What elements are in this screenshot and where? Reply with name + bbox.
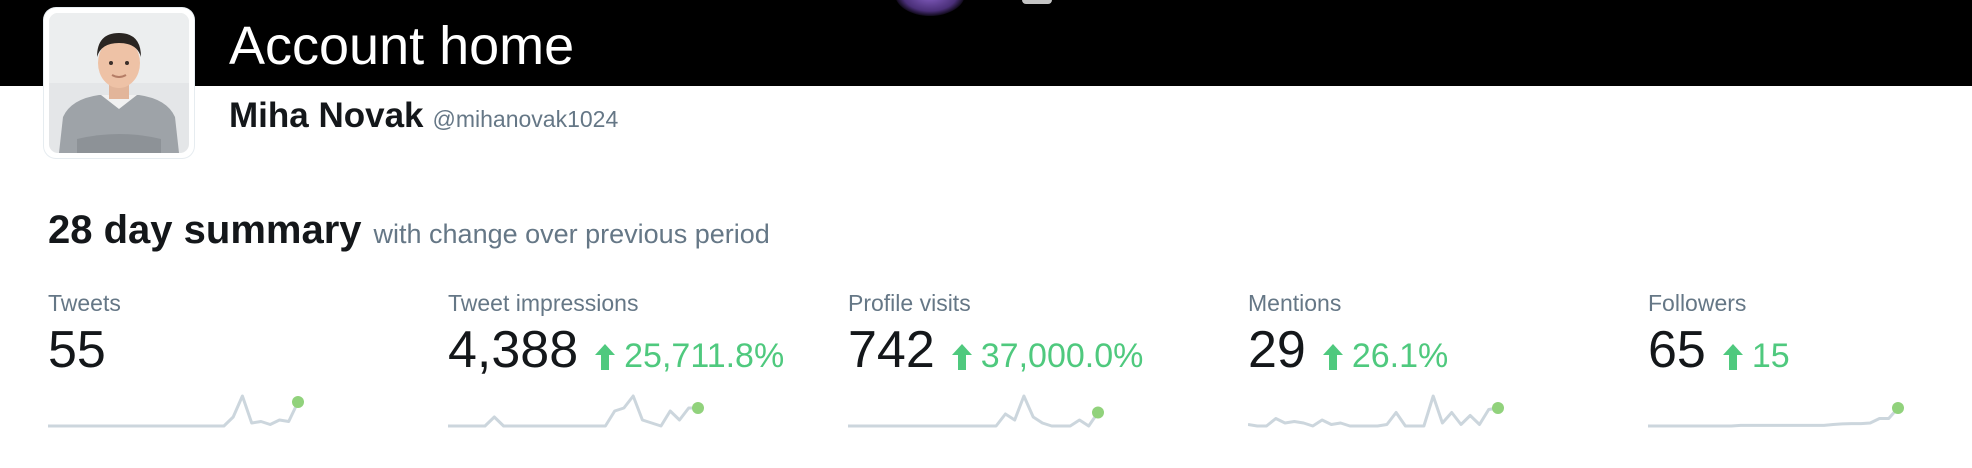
summary-header: 28 day summary with change over previous… [48, 208, 770, 253]
profile-handle[interactable]: @mihanovak1024 [433, 106, 619, 133]
sparkline-end-dot [692, 402, 704, 414]
sparkline-end-dot [1492, 402, 1504, 414]
sparkline-end-dot [1092, 406, 1104, 419]
metric-label: Mentions [1248, 290, 1342, 316]
metric-change-value: 26.1% [1351, 337, 1449, 375]
profile-name-block: Miha Novak @mihanovak1024 [229, 96, 618, 136]
sparkline-end-dot [1892, 402, 1904, 414]
arrow-up-icon [1722, 343, 1743, 370]
metric-value: 55 [48, 321, 106, 379]
metric-label: Tweet impressions [448, 290, 639, 316]
metric-change-value: 37,000.0% [980, 337, 1144, 375]
metric-change-value: 25,711.8% [624, 337, 785, 375]
metric-label: Tweets [48, 290, 121, 316]
sparkline-tweets [48, 394, 304, 428]
sparkline-followers [1648, 402, 1904, 428]
header-banner: Account home [0, 0, 1972, 86]
avatar-photo [49, 13, 189, 153]
sparkline-end-dot [292, 396, 304, 408]
avatar[interactable] [44, 8, 194, 158]
banner-decoration-light [1022, 0, 1052, 4]
sparkline-mentions [1248, 394, 1504, 428]
sparkline-line [448, 394, 698, 428]
metric-change: 15 [1720, 337, 1790, 376]
arrow-up-icon [595, 343, 616, 370]
metric-label: Profile visits [848, 290, 971, 316]
sparkline-line [1648, 407, 1900, 428]
sparkline-line [848, 394, 1100, 428]
sparkline-line [1248, 394, 1499, 428]
banner-decoration [895, 0, 965, 16]
metric-value: 29 [1248, 321, 1306, 379]
metric-followers[interactable]: Followers 65 15 [1648, 288, 1972, 430]
sparkline-line [48, 394, 300, 428]
metric-tweets[interactable]: Tweets 55 [48, 288, 408, 430]
sparkline-profile-visits [848, 394, 1104, 428]
metric-change: 25,711.8% [592, 337, 784, 376]
metric-value: 65 [1648, 321, 1706, 379]
metric-tweet-impressions[interactable]: Tweet impressions 4,388 25,711.8% [448, 288, 808, 430]
sparkline-tweet-impressions [448, 394, 704, 428]
arrow-up-icon [1322, 343, 1343, 370]
metric-change: 37,000.0% [949, 337, 1144, 376]
arrow-up-icon [951, 343, 972, 370]
metric-value: 742 [848, 321, 935, 379]
summary-subheading: with change over previous period [373, 219, 770, 249]
profile-name: Miha Novak [229, 96, 424, 135]
summary-heading: 28 day summary [48, 208, 362, 252]
metric-change: 26.1% [1320, 337, 1448, 376]
metric-label: Followers [1648, 290, 1747, 316]
metric-change-value: 15 [1751, 337, 1790, 375]
metric-profile-visits[interactable]: Profile visits 742 37,000.0% [848, 288, 1208, 430]
metric-mentions[interactable]: Mentions 29 26.1% [1248, 288, 1608, 430]
metric-value: 4,388 [448, 321, 579, 379]
page-title: Account home [229, 16, 575, 76]
